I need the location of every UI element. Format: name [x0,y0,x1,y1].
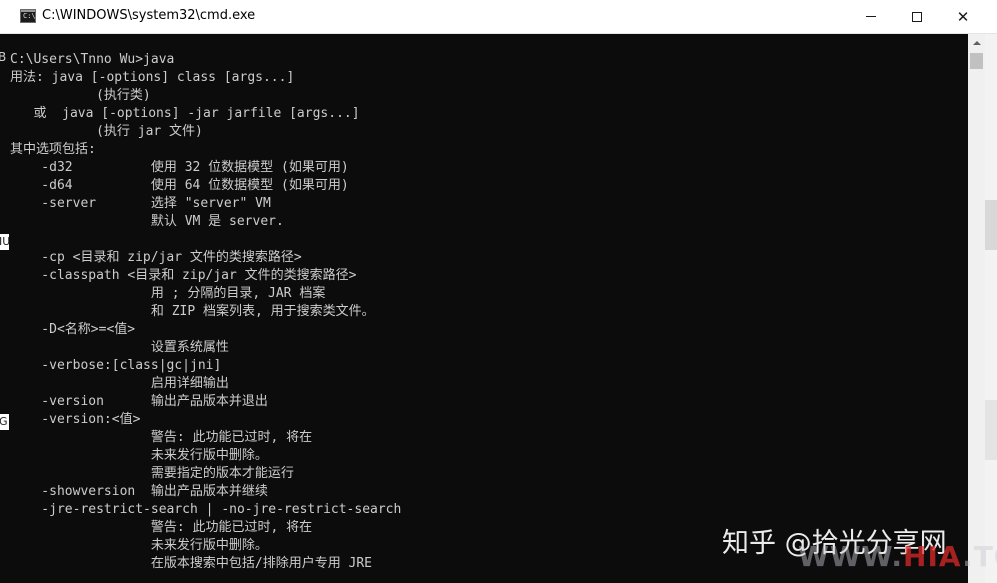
console-line: -version 输出产品版本并退出 [10,394,268,409]
console-line: 其中选项包括: [10,142,96,157]
left-edge-text: IU [0,235,9,248]
left-edge-text: G [0,415,8,428]
console-line: -D<名称>=<值> [10,322,136,337]
background-window-block [985,200,997,250]
console-line: -cp <目录和 zip/jar 文件的类搜索路径> [10,250,302,265]
console-line: 用法: java [-options] class [args...] [10,70,295,85]
console-line: (执行 jar 文件) [10,124,203,139]
console-line: C:\Users\Tnno Wu>java [10,52,175,67]
console-line: 用 ; 分隔的目录, JAR 档案 [10,286,326,301]
close-icon: ✕ [956,7,970,26]
console-line: -verbose:[class|gc|jni] [10,358,222,373]
console-line: 警告: 此功能已过时, 将在 [10,430,313,445]
console-line: 和 ZIP 档案列表, 用于搜索类文件。 [10,304,375,319]
chevron-up-icon [972,40,981,45]
console-line: 未来发行版中删除。 [10,538,268,553]
close-button[interactable]: ✕ [940,0,986,33]
cmd-window: C:\ C:\WINDOWS\system32\cmd.exe ✕ C:\Use… [0,0,997,583]
maximize-button[interactable] [894,0,940,33]
console-line: -showversion 输出产品版本并继续 [10,484,268,499]
scrollbar-thumb[interactable] [970,53,983,69]
console-output[interactable]: C:\Users\Tnno Wu>java 用法: java [-options]… [0,34,968,583]
minimize-icon [866,16,876,17]
console-line: -d32 使用 32 位数据模型 (如果可用) [10,160,349,175]
console-line: 设置系统属性 [10,340,229,355]
console-line: -d64 使用 64 位数据模型 (如果可用) [10,178,349,193]
console-line: 警告: 此功能已过时, 将在 [10,520,313,535]
console-line: -jre-restrict-search | -no-jre-restrict-… [10,502,402,517]
watermark-site-prefix: WWW. [798,540,904,573]
left-edge-text: B [0,50,7,64]
scroll-up-button[interactable] [968,34,985,51]
cmd-icon[interactable]: C:\ [20,9,36,23]
watermark-site-highlight: HIA [903,540,963,573]
watermark-site: WWW.HIA.TOP [798,540,997,573]
console-line: -server 选择 "server" VM [10,196,271,211]
left-edge-fragment: G [0,414,9,430]
console-line: -version:<值> [10,412,141,427]
background-window-edge [985,34,997,583]
vertical-scrollbar[interactable] [968,34,985,583]
cmd-icon-text: C:\ [23,12,36,20]
maximize-icon [912,11,922,22]
console-line: 需要指定的版本才能运行 [10,466,294,481]
minimize-button[interactable] [848,0,894,33]
console-line: (执行类) [10,88,151,103]
console-line: 默认 VM 是 server. [10,214,284,229]
left-edge-fragment: B [0,50,7,64]
console-line: 在版本搜索中包括/排除用户专用 JRE [10,556,373,571]
console-line: 启用详细输出 [10,376,229,391]
title-bar[interactable]: C:\ C:\WINDOWS\system32\cmd.exe ✕ [0,0,997,34]
console-line: 或 java [-options] -jar jarfile [args...] [10,106,360,121]
console-line: 未来发行版中删除。 [10,448,268,463]
console-line: -classpath <目录和 zip/jar 文件的类搜索路径> [10,268,357,283]
left-edge-fragment: IU [0,234,9,250]
watermark-site-suffix: .TOP [962,540,997,573]
window-title: C:\WINDOWS\system32\cmd.exe [42,8,256,23]
background-window-block [985,400,997,460]
